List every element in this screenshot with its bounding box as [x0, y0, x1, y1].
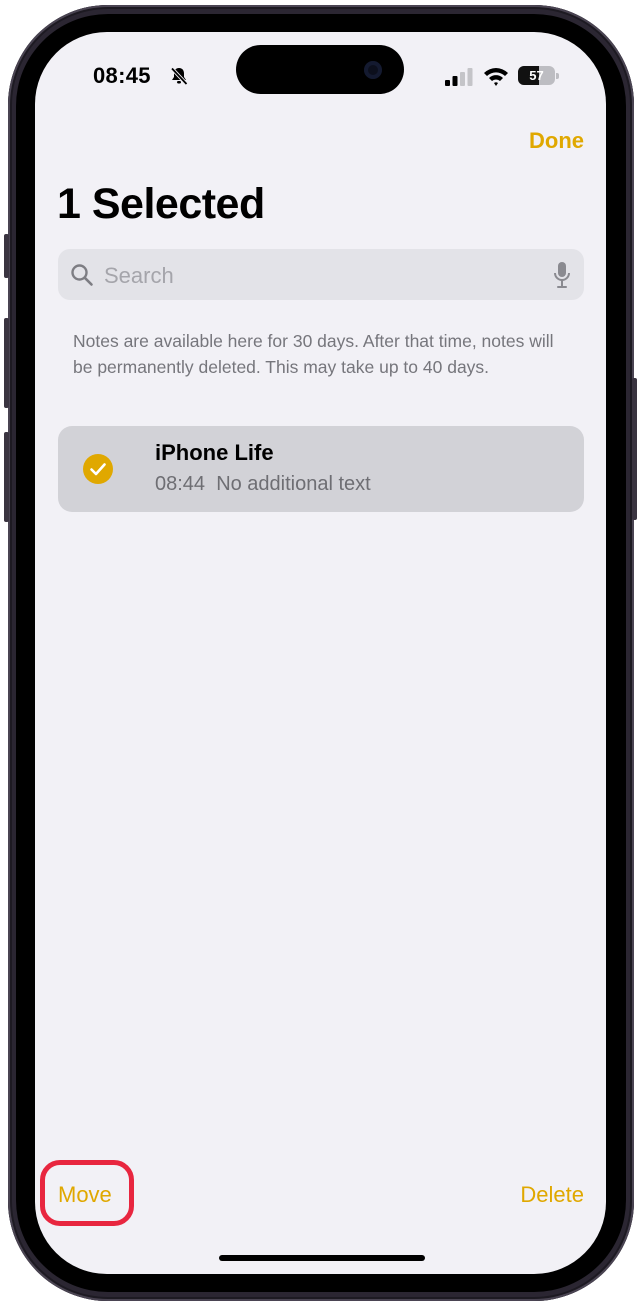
screen: 08:45 57 Done 1 Selected Search Notes ar…: [35, 32, 606, 1274]
cellular-signal-icon: [445, 68, 473, 86]
search-bar[interactable]: [58, 249, 584, 302]
search-input[interactable]: [102, 249, 546, 302]
page: 08:45 57 Done 1 Selected Search Notes ar…: [0, 0, 642, 1305]
battery-level: 57: [529, 68, 544, 83]
note-subtitle: 08:44 No additional text: [155, 473, 371, 496]
page-title: 1 Selected: [57, 180, 265, 228]
power-button: [632, 378, 637, 520]
move-button[interactable]: Move: [58, 1182, 112, 1208]
dynamic-island: [236, 45, 404, 94]
action-button: [4, 234, 9, 278]
note-preview: No additional text: [216, 473, 371, 495]
volume-down-button: [4, 432, 9, 522]
volume-up-button: [4, 318, 9, 408]
battery-icon: 57: [518, 66, 555, 85]
magnifier-icon: [71, 264, 93, 286]
microphone-icon[interactable]: [552, 261, 572, 289]
status-time: 08:45: [93, 63, 151, 88]
camera-icon: [364, 61, 382, 79]
bell-slash-icon: [170, 67, 188, 86]
wifi-icon: [484, 68, 508, 86]
note-row[interactable]: iPhone Life 08:44 No additional text: [58, 426, 584, 512]
home-indicator[interactable]: [219, 1255, 425, 1261]
checkmark-circle-icon[interactable]: [82, 453, 114, 485]
note-title: iPhone Life: [155, 440, 274, 465]
done-button[interactable]: Done: [529, 128, 584, 154]
retention-info-text: Notes are available here for 30 days. Af…: [73, 331, 554, 377]
battery-cap: [556, 73, 559, 79]
note-time: 08:44: [155, 473, 206, 495]
delete-button[interactable]: Delete: [520, 1182, 584, 1208]
